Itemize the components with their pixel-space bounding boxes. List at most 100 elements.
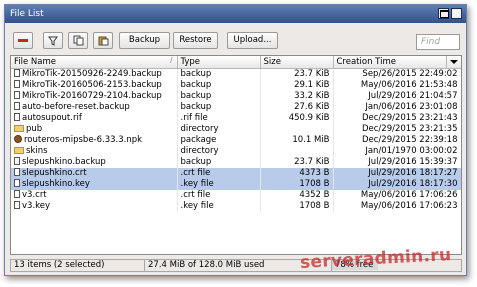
cell-file-name: slepushkino.backup <box>11 157 178 168</box>
file-icon <box>14 69 20 77</box>
table-row[interactable]: v3.crt .crt file 4352 B May/06/2016 17:06:2… <box>11 190 461 201</box>
cell-creation-time: Dec/29/2015 23:21:35 <box>333 124 461 135</box>
file-icon <box>14 102 20 110</box>
file-icon <box>14 157 20 165</box>
cell-type: .key file <box>177 201 261 212</box>
cell-type: backup <box>177 80 261 91</box>
folder-icon <box>14 147 24 154</box>
cell-size: 1708 B <box>260 179 334 190</box>
cell-creation-time: Sep/26/2015 22:49:02 <box>333 68 461 80</box>
cell-type: .key file <box>177 179 261 190</box>
column-header-file-name[interactable]: File Name / <box>11 56 178 69</box>
cell-size: 27.6 KiB <box>260 102 334 113</box>
cell-creation-time: Jan/06/2016 23:01:08 <box>333 102 461 113</box>
cell-size: 4352 B <box>260 190 334 201</box>
table-row[interactable]: auto-before-reset.backup backup 27.6 KiB Ja… <box>11 102 461 113</box>
cell-file-name: slepushkino.key <box>11 179 178 190</box>
restore-button[interactable]: Restore <box>173 32 218 49</box>
file-table: File Name / Type Size Creation Time Mikro… <box>10 55 462 255</box>
copy-icon <box>73 35 83 46</box>
cell-file-name: skins <box>11 146 178 157</box>
column-header-size[interactable]: Size <box>260 56 334 69</box>
column-header-creation-time[interactable]: Creation Time <box>333 56 461 69</box>
restore-window-icon[interactable] <box>438 8 449 19</box>
cell-size: 29.1 KiB <box>260 80 334 91</box>
cell-size: 1708 B <box>260 201 334 212</box>
cell-creation-time: May/06/2016 17:06:23 <box>333 201 461 212</box>
cell-type: backup <box>177 68 261 80</box>
backup-button[interactable]: Backup <box>119 32 170 49</box>
cell-size: 10.1 MiB <box>260 135 334 146</box>
file-icon <box>14 168 20 176</box>
cell-file-name: MikroTik-20160729-2104.backup <box>11 91 178 102</box>
table-header: File Name / Type Size Creation Time <box>11 56 461 69</box>
cell-file-name: pub <box>11 124 178 135</box>
filter-button[interactable] <box>43 32 63 49</box>
cell-size: 33.2 KiB <box>260 91 334 102</box>
cell-type: directory <box>177 124 261 135</box>
cell-type: backup <box>177 91 261 102</box>
table-row[interactable]: pub directory Dec/29/2015 23:21:35 <box>11 124 461 135</box>
cell-size <box>260 146 334 157</box>
cell-file-name: v3.key <box>11 201 178 212</box>
cell-file-name: MikroTik-20160506-2153.backup <box>11 80 178 91</box>
cell-creation-time: Dec/29/2015 23:21:43 <box>333 113 461 124</box>
table-row[interactable]: slepushkino.key .key file 1708 B Jul/29/201… <box>11 179 461 190</box>
window-title: File List <box>10 9 44 19</box>
cell-size: 23.7 KiB <box>260 68 334 80</box>
cell-file-name: autosupout.rif <box>11 113 178 124</box>
table-row[interactable]: slepushkino.crt .crt file 4373 B Jul/29/201… <box>11 168 461 179</box>
table-row[interactable]: routeros-mipsbe-6.33.3.npk package 10.1 Mi… <box>11 135 461 146</box>
paste-icon <box>98 36 108 46</box>
cell-creation-time: Jul/29/2016 18:17:27 <box>333 168 461 179</box>
copy-button[interactable] <box>68 32 88 49</box>
file-list-window: File List × Backup Restore Upload... Fin… <box>4 4 467 276</box>
table-row[interactable]: v3.key .key file 1708 B May/06/2016 17:06:2… <box>11 201 461 212</box>
cell-creation-time: Dec/29/2015 22:39:18 <box>333 135 461 146</box>
toolbar: Backup Restore Upload... Find <box>5 24 466 54</box>
folder-icon <box>14 125 24 132</box>
cell-creation-time: Jan/01/1970 03:00:02 <box>333 146 461 157</box>
cell-type: directory <box>177 146 261 157</box>
cell-file-name: auto-before-reset.backup <box>11 102 178 113</box>
column-menu-icon[interactable] <box>445 56 460 68</box>
cell-type: .rif file <box>177 113 261 124</box>
column-header-type[interactable]: Type <box>177 56 261 69</box>
cell-type: backup <box>177 102 261 113</box>
table-row[interactable]: skins directory Jan/01/1970 03:00:02 <box>11 146 461 157</box>
cell-size <box>260 124 334 135</box>
cell-file-name: slepushkino.crt <box>11 168 178 179</box>
package-icon <box>14 135 22 143</box>
remove-button[interactable] <box>13 32 33 49</box>
table-row[interactable]: autosupout.rif .rif file 450.9 KiB Dec/29/2… <box>11 113 461 124</box>
cell-file-name: v3.crt <box>11 190 178 201</box>
cell-creation-time: Jul/29/2016 18:17:30 <box>333 179 461 190</box>
table-row[interactable]: slepushkino.backup backup 23.7 KiB Jul/29/2… <box>11 157 461 168</box>
file-icon <box>14 179 20 187</box>
cell-type: .crt file <box>177 168 261 179</box>
file-icon <box>14 201 20 209</box>
file-icon <box>14 113 20 121</box>
cell-size: 4373 B <box>260 168 334 179</box>
paste-button[interactable] <box>93 32 113 49</box>
file-icon <box>14 91 20 99</box>
cell-creation-time: May/06/2016 21:53:48 <box>333 80 461 91</box>
find-input[interactable]: Find <box>416 34 460 50</box>
cell-type: backup <box>177 157 261 168</box>
title-bar[interactable]: File List × <box>5 5 466 23</box>
cell-size: 450.9 KiB <box>260 113 334 124</box>
status-item-count: 13 items (2 selected) <box>11 260 145 271</box>
table-row[interactable]: MikroTik-20150926-2249.backup backup 23.7 … <box>11 68 461 80</box>
cell-creation-time: Jul/29/2016 15:39:37 <box>333 157 461 168</box>
cell-creation-time: May/06/2016 17:06:26 <box>333 190 461 201</box>
close-icon[interactable]: × <box>451 8 462 19</box>
cell-file-name: MikroTik-20150926-2249.backup <box>11 68 178 80</box>
cell-type: .crt file <box>177 190 261 201</box>
table-row[interactable]: MikroTik-20160729-2104.backup backup 33.2 … <box>11 91 461 102</box>
cell-file-name: routeros-mipsbe-6.33.3.npk <box>11 135 178 146</box>
file-icon <box>14 190 20 198</box>
cell-size: 23.7 KiB <box>260 157 334 168</box>
filter-icon <box>48 36 58 46</box>
upload-button[interactable]: Upload... <box>227 32 278 49</box>
table-row[interactable]: MikroTik-20160506-2153.backup backup 29.1 … <box>11 80 461 91</box>
